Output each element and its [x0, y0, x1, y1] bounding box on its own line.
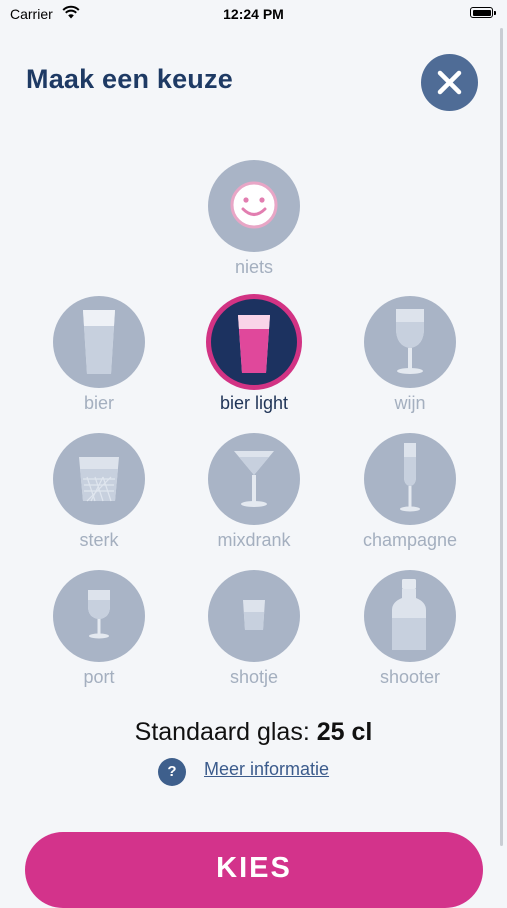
- close-button[interactable]: [421, 54, 478, 111]
- option-label: champagne: [362, 530, 458, 550]
- option-label: mixdrank: [217, 530, 291, 550]
- beer-light-glass-icon: [206, 294, 302, 390]
- option-label: bier light: [219, 393, 289, 413]
- option-niets[interactable]: niets: [199, 160, 309, 290]
- option-bier[interactable]: bier: [44, 296, 154, 426]
- option-label: shooter: [379, 667, 441, 687]
- champagne-flute-icon: [364, 433, 456, 525]
- shot-glass-icon: [208, 570, 300, 662]
- option-mixdrank[interactable]: mixdrank: [199, 433, 309, 563]
- bottle-icon: [364, 570, 456, 662]
- battery-icon: [470, 7, 496, 18]
- option-bier-light[interactable]: bier light: [199, 294, 309, 426]
- help-icon[interactable]: ?: [158, 758, 186, 786]
- wine-glass-icon: [364, 296, 456, 388]
- standard-glass-value: 25 cl: [316, 718, 373, 746]
- option-shotje[interactable]: shotje: [199, 570, 309, 700]
- option-label: niets: [234, 257, 274, 277]
- standard-glass-text: Standaard glas: 25 cl: [0, 718, 507, 747]
- option-sterk[interactable]: sterk: [44, 433, 154, 563]
- status-bar: Carrier 12:24 PM: [0, 0, 507, 28]
- tumbler-glass-icon: [53, 433, 145, 525]
- standard-glass-label: Standaard glas:: [134, 718, 310, 746]
- page-title: Maak een keuze: [26, 64, 233, 94]
- beer-glass-icon: [53, 296, 145, 388]
- port-glass-icon: [53, 570, 145, 662]
- option-label: bier: [83, 393, 114, 413]
- option-wijn[interactable]: wijn: [355, 296, 465, 426]
- cocktail-glass-icon: [208, 433, 300, 525]
- kies-button[interactable]: KIES: [25, 832, 483, 908]
- option-label: shotje: [229, 667, 279, 687]
- option-champagne[interactable]: champagne: [355, 433, 465, 563]
- clock: 12:24 PM: [223, 6, 284, 22]
- more-info-link[interactable]: Meer informatie: [204, 759, 329, 780]
- option-shooter[interactable]: shooter: [355, 570, 465, 700]
- option-label: wijn: [394, 393, 426, 413]
- option-label: port: [83, 667, 115, 687]
- option-port[interactable]: port: [44, 570, 154, 700]
- smiley-icon: [208, 160, 300, 252]
- option-label: sterk: [79, 530, 119, 550]
- close-icon: [437, 70, 462, 95]
